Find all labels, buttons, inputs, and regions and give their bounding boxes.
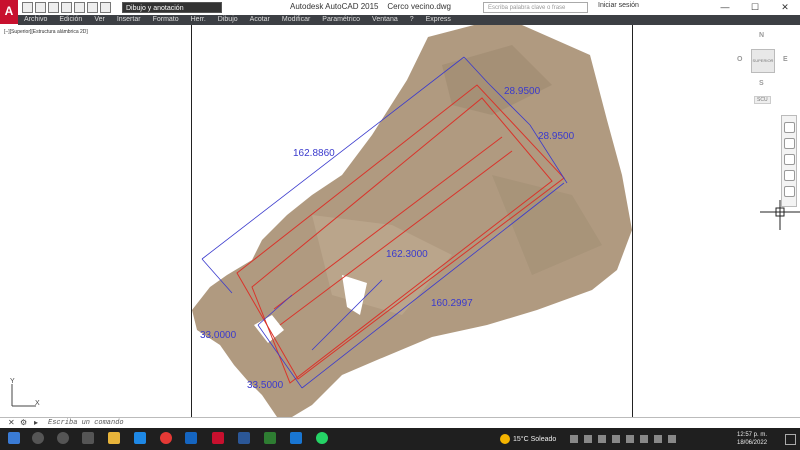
- menu-edicion[interactable]: Edición: [53, 15, 88, 25]
- model-space-left[interactable]: [0, 25, 192, 417]
- menu-help[interactable]: ?: [404, 15, 420, 25]
- start-windows-icon[interactable]: [8, 432, 20, 444]
- menu-bar: Archivo Edición Ver Insertar Formato Herr. Dib…: [18, 15, 800, 25]
- dimension-33: 33.0000: [200, 330, 237, 341]
- file-name: Cerco vecino.dwg: [387, 2, 451, 11]
- menu-ventana[interactable]: Ventana: [366, 15, 404, 25]
- maximize-icon[interactable]: ☐: [740, 0, 770, 15]
- tray-icon[interactable]: [570, 435, 578, 443]
- dimension-162-886: 162.8860: [293, 148, 335, 159]
- compass-east[interactable]: E: [783, 56, 788, 63]
- tray-icon[interactable]: [584, 435, 592, 443]
- close-icon[interactable]: ✕: [770, 0, 800, 15]
- workspace-dropdown[interactable]: Dibujo y anotación: [122, 2, 222, 13]
- viewport-controls[interactable]: [−][Superior][Estructura alámbrica 2D]: [4, 29, 88, 35]
- clock-time: 12:57 p. m.: [737, 432, 768, 438]
- compass-north[interactable]: N: [759, 32, 764, 39]
- print-icon[interactable]: [74, 2, 85, 13]
- search-input[interactable]: Escriba palabra clave o frase: [483, 2, 588, 13]
- system-tray-icons[interactable]: [570, 435, 720, 443]
- command-prompt-icon: ▸: [34, 418, 39, 427]
- tray-icon[interactable]: [612, 435, 620, 443]
- navigation-bar: [781, 115, 797, 207]
- menu-formato[interactable]: Formato: [147, 15, 185, 25]
- volume-icon[interactable]: [654, 435, 662, 443]
- app-title: Autodesk AutoCAD 2015: [290, 2, 379, 11]
- wifi-icon[interactable]: [640, 435, 648, 443]
- drawing-svg[interactable]: 162.8860 28.9500 28.9500 162.3000 160.29…: [192, 25, 632, 417]
- open-file-icon[interactable]: [35, 2, 46, 13]
- search-icon[interactable]: [32, 432, 44, 444]
- dimension-160-2997: 160.2997: [431, 298, 473, 309]
- cortana-icon[interactable]: [57, 432, 69, 444]
- store-icon[interactable]: [134, 432, 146, 444]
- view-cube-face[interactable]: SUPERIOR: [751, 49, 775, 73]
- signin-button[interactable]: Iniciar sesión: [598, 2, 639, 9]
- task-view-icon[interactable]: [82, 432, 94, 444]
- photos-icon[interactable]: [264, 432, 276, 444]
- tray-icon[interactable]: [598, 435, 606, 443]
- dimension-162-3: 162.3000: [386, 249, 428, 260]
- view-cube[interactable]: N S O E SUPERIOR SCU: [735, 32, 791, 104]
- file-explorer-icon[interactable]: [108, 432, 120, 444]
- notifications-icon[interactable]: [785, 434, 796, 445]
- clock[interactable]: 12:57 p. m. 18/06/2022: [737, 431, 767, 447]
- command-input[interactable]: Escriba un comando: [48, 419, 124, 427]
- pan-icon[interactable]: [784, 138, 795, 149]
- redo-icon[interactable]: [100, 2, 111, 13]
- word-icon[interactable]: [238, 432, 250, 444]
- ucs-menu[interactable]: SCU: [754, 96, 771, 104]
- menu-modificar[interactable]: Modificar: [276, 15, 316, 25]
- dimension-28-95-top: 28.9500: [504, 86, 541, 97]
- menu-parametrico[interactable]: Paramétrico: [316, 15, 366, 25]
- customize-icon[interactable]: ⚙: [20, 418, 27, 427]
- chrome-icon[interactable]: [160, 432, 172, 444]
- outlook-icon[interactable]: [185, 432, 197, 444]
- ucs-icon: Y X: [10, 378, 40, 407]
- sun-weather-icon: [500, 434, 510, 444]
- ucs-y-label: Y: [10, 378, 15, 385]
- ucs-x-label: X: [35, 400, 40, 407]
- crosshair-cursor-icon: [760, 200, 800, 230]
- compass-west[interactable]: O: [737, 56, 742, 63]
- steering-wheel-icon[interactable]: [784, 122, 795, 133]
- close-command-line-icon[interactable]: ✕: [8, 418, 15, 427]
- zoom-icon[interactable]: [784, 154, 795, 165]
- dimension-28-95-side: 28.9500: [538, 131, 575, 142]
- orbit-icon[interactable]: [784, 170, 795, 181]
- new-file-icon[interactable]: [22, 2, 33, 13]
- menu-insertar[interactable]: Insertar: [111, 15, 147, 25]
- whatsapp-icon[interactable]: [316, 432, 328, 444]
- compass-south[interactable]: S: [759, 80, 764, 87]
- battery-icon[interactable]: [626, 435, 634, 443]
- drawing-area[interactable]: 162.8860 28.9500 28.9500 162.3000 160.29…: [192, 25, 633, 417]
- clock-date: 18/06/2022: [737, 440, 768, 446]
- menu-archivo[interactable]: Archivo: [18, 15, 53, 25]
- window-title: Autodesk AutoCAD 2015 Cerco vecino.dwg: [290, 2, 451, 11]
- autocad-logo-icon[interactable]: A: [0, 0, 18, 24]
- minimize-icon[interactable]: —: [710, 0, 740, 15]
- menu-ver[interactable]: Ver: [88, 15, 111, 25]
- undo-icon[interactable]: [87, 2, 98, 13]
- language-icon[interactable]: [668, 435, 676, 443]
- menu-acotar[interactable]: Acotar: [244, 15, 276, 25]
- save-icon[interactable]: [48, 2, 59, 13]
- menu-express[interactable]: Express: [420, 15, 457, 25]
- dimension-33-5: 33.5000: [247, 380, 284, 391]
- showmotion-icon[interactable]: [784, 186, 795, 197]
- weather-text[interactable]: 15°C Soleado: [513, 436, 556, 443]
- autocad-taskbar-icon[interactable]: [212, 432, 224, 444]
- save-as-icon[interactable]: [61, 2, 72, 13]
- menu-dibujo[interactable]: Dibujo: [212, 15, 244, 25]
- image-viewer-icon[interactable]: [290, 432, 302, 444]
- menu-herr[interactable]: Herr.: [185, 15, 212, 25]
